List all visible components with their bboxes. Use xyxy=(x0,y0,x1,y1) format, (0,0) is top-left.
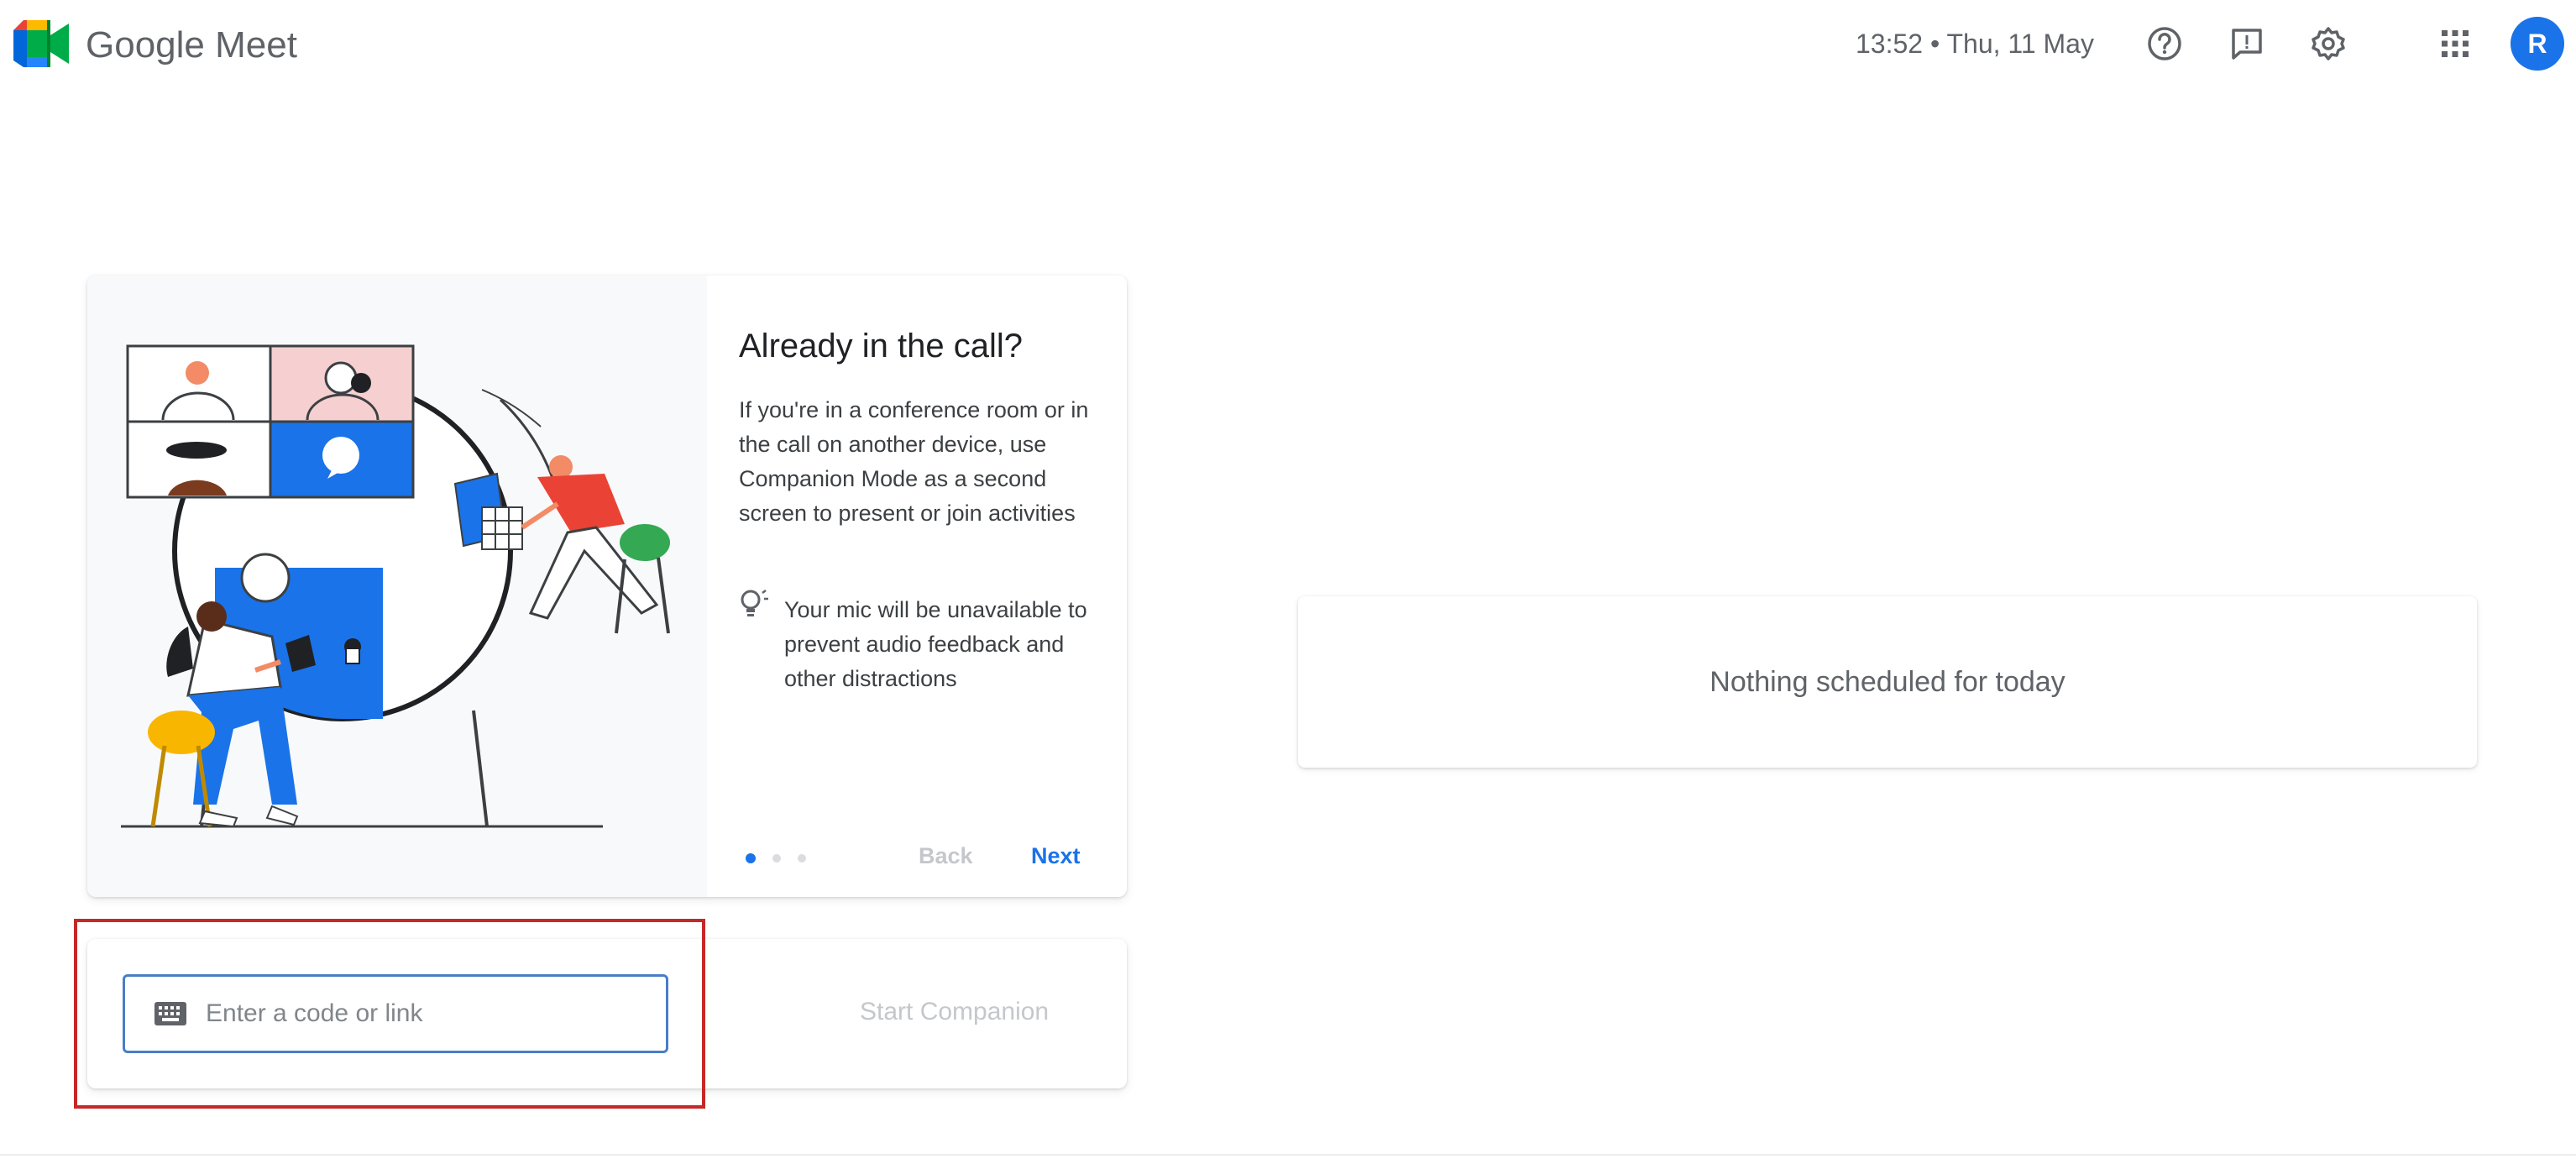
keyboard-icon xyxy=(154,1002,186,1025)
bottom-divider xyxy=(0,1154,2576,1156)
help-icon[interactable] xyxy=(2143,22,2186,66)
code-input-container[interactable] xyxy=(123,974,668,1053)
companion-card-description: If you're in a conference room or in the… xyxy=(739,397,1089,526)
feedback-icon[interactable] xyxy=(2225,22,2269,66)
top-bar: Google Meet 13:52 • Thu, 11 May R xyxy=(0,0,2576,89)
google-meet-logo[interactable] xyxy=(13,20,69,67)
schedule-panel: Nothing scheduled for today xyxy=(1298,596,2477,768)
account-avatar[interactable]: R xyxy=(2511,17,2564,71)
back-button[interactable]: Back xyxy=(919,843,973,869)
start-companion-button[interactable]: Start Companion xyxy=(860,998,1049,1026)
companion-tip-text: Your mic will be unavailable to prevent … xyxy=(784,597,1087,691)
current-datetime: 13:52 • Thu, 11 May xyxy=(1856,29,2094,59)
pagination-dots xyxy=(746,853,806,863)
pagination-dot-3[interactable] xyxy=(798,854,806,863)
meeting-code-input[interactable] xyxy=(204,999,644,1029)
empty-schedule-message: Nothing scheduled for today xyxy=(1709,665,2066,698)
apps-grid-icon[interactable] xyxy=(2433,22,2477,66)
lightbulb-icon xyxy=(741,590,768,616)
companion-join-card: Start Companion xyxy=(87,939,1127,1088)
next-button[interactable]: Next xyxy=(1031,843,1081,869)
pagination-dot-2[interactable] xyxy=(772,854,781,863)
companion-illustration xyxy=(87,275,707,897)
settings-icon[interactable] xyxy=(2306,22,2350,66)
companion-card-title: Already in the call? xyxy=(739,328,1023,364)
app-title[interactable]: Google Meet xyxy=(86,22,297,69)
companion-mode-card: Already in the call? If you're in a conf… xyxy=(87,275,1127,897)
pagination-dot-1[interactable] xyxy=(746,853,756,863)
